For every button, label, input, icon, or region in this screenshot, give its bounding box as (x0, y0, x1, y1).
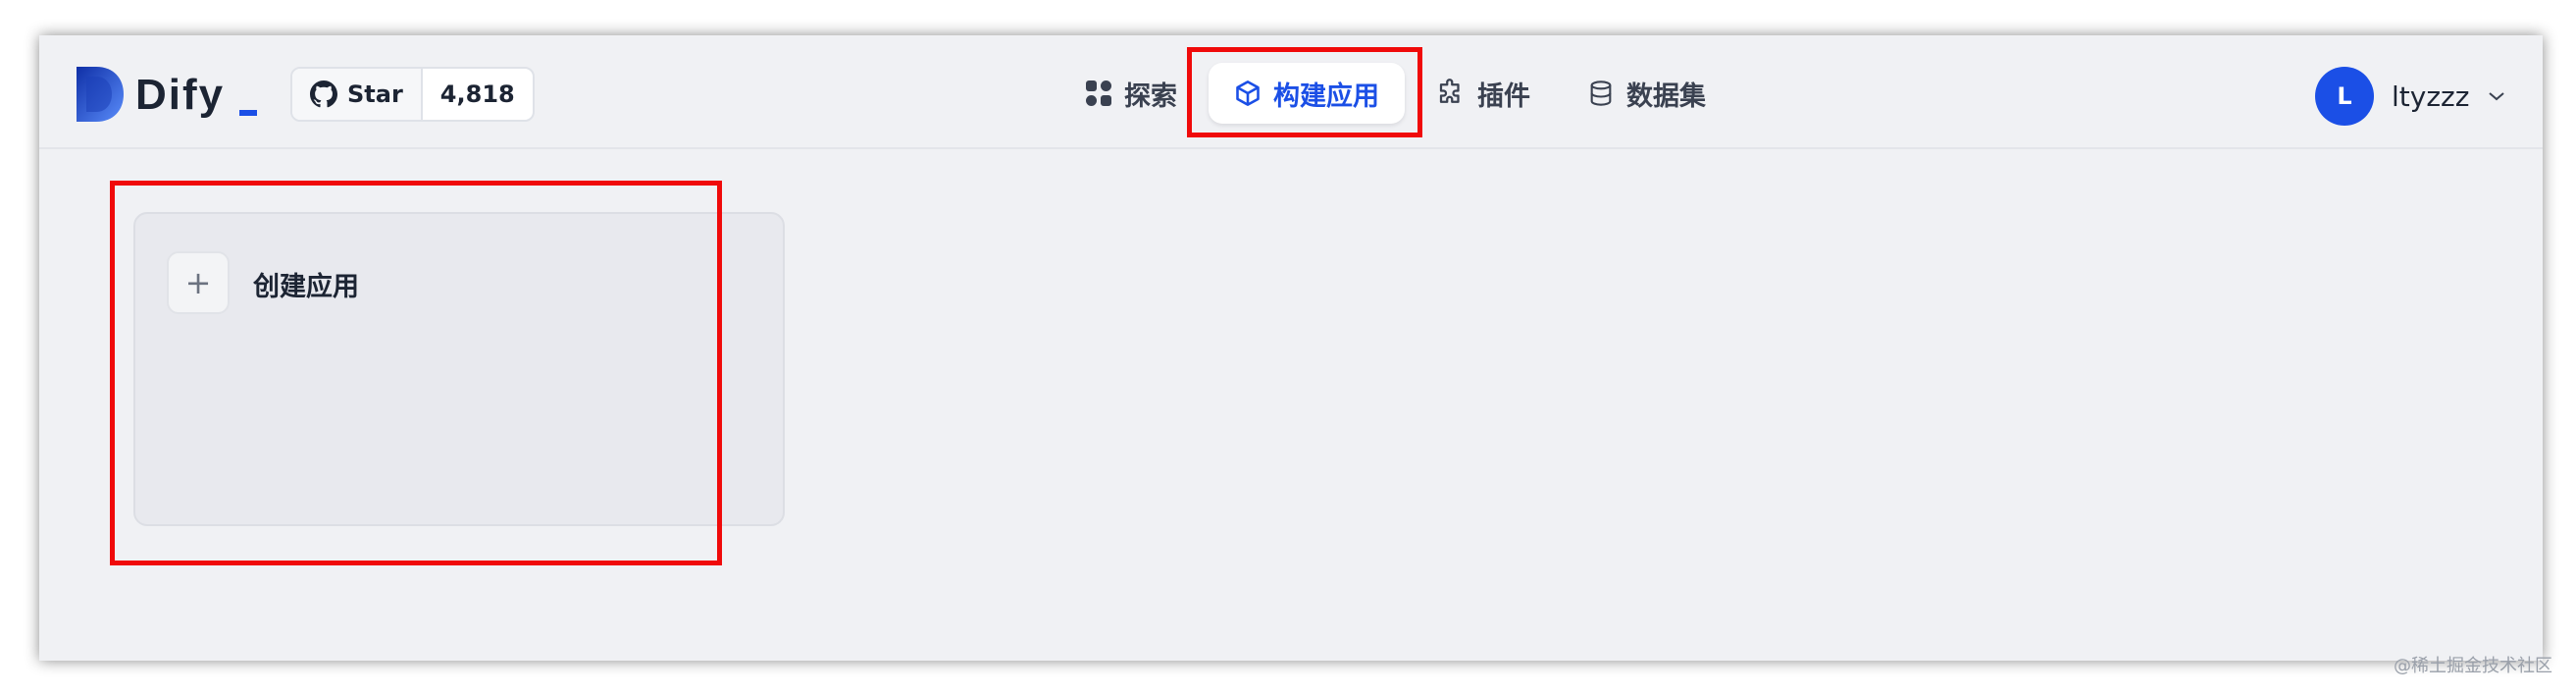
nav-datasets[interactable]: 数据集 (1562, 63, 1731, 124)
logo-text: Dify (135, 71, 226, 119)
github-star-label: Star (347, 80, 403, 108)
logo-underscore (239, 110, 257, 116)
highlight-box-create-card (110, 181, 722, 565)
chevron-down-icon (2489, 92, 2505, 101)
github-icon (310, 80, 337, 108)
watermark: @稀土掘金技术社区 (2394, 656, 2552, 676)
highlight-box-nav (1187, 47, 1422, 137)
username: ltyzzz (2392, 80, 2470, 113)
user-menu[interactable]: L ltyzzz (2315, 67, 2506, 126)
puzzle-icon (1439, 79, 1460, 103)
nav-datasets-label: 数据集 (1626, 80, 1706, 112)
github-star-button[interactable]: Star (292, 69, 423, 120)
grid-icon (1086, 80, 1111, 106)
dify-logo[interactable]: Dify (75, 67, 257, 122)
avatar: L (2315, 67, 2374, 126)
dify-logo-icon (77, 67, 124, 122)
nav-plugins-label: 插件 (1477, 80, 1530, 112)
nav-plugins[interactable]: 插件 (1411, 63, 1556, 124)
database-icon (1590, 80, 1612, 106)
github-star-count[interactable]: 4,818 (423, 69, 533, 120)
nav-explore-label: 探索 (1124, 80, 1177, 112)
github-star-widget[interactable]: Star 4,818 (290, 67, 535, 122)
nav-explore[interactable]: 探索 (1059, 63, 1203, 124)
